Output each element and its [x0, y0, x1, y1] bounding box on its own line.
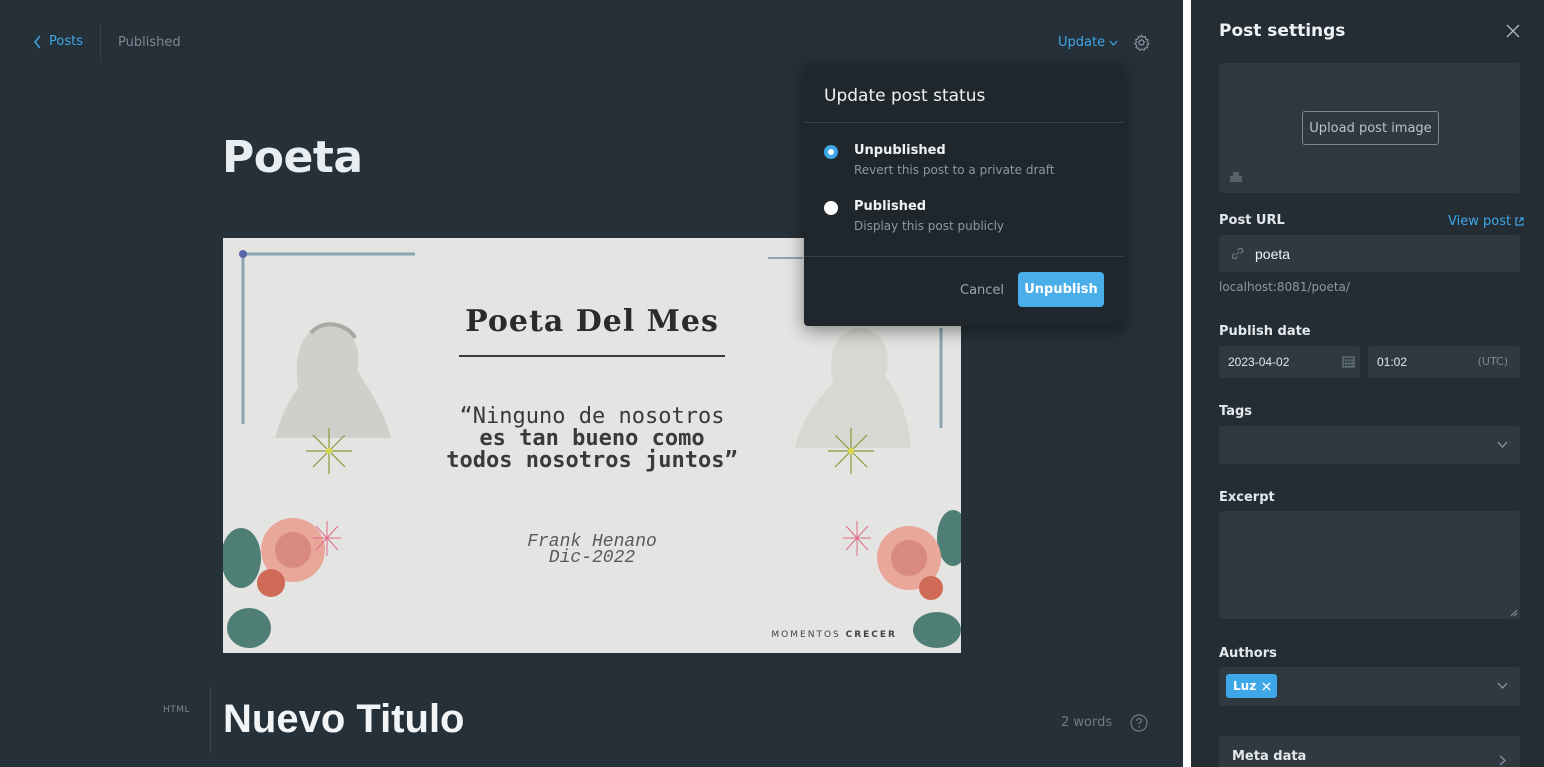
external-link-icon [1515, 217, 1524, 226]
editor-pane: Posts Published Update Poeta Poeta Del M… [0, 0, 1183, 767]
feature-image-rule [459, 355, 725, 357]
option-description: Revert this post to a private draft [854, 163, 1055, 177]
authors-select[interactable]: Luz [1219, 667, 1520, 706]
option-description: Display this post publicly [854, 219, 1005, 233]
excerpt-field[interactable] [1219, 511, 1520, 619]
author-token: Luz [1226, 674, 1278, 698]
remove-author-icon[interactable] [1262, 682, 1271, 691]
meta-data-label: Meta data [1232, 749, 1307, 764]
header-divider [100, 24, 101, 62]
quote-line-1: “Ninguno de nosotros [459, 404, 725, 429]
feature-image-brand: MOMENTOS CRECER [771, 630, 897, 640]
link-icon [1231, 247, 1244, 260]
cancel-button[interactable]: Cancel [960, 283, 1004, 298]
chevron-down-icon [1497, 441, 1508, 448]
option-label: Published [854, 199, 927, 214]
help-icon[interactable] [1130, 714, 1148, 732]
feature-image-quote: “Ninguno de nosotros es tan bueno como t… [223, 406, 961, 472]
chevron-left-icon [34, 35, 41, 48]
meta-data-row[interactable]: Meta data [1219, 736, 1520, 767]
popup-title: Update post status [824, 86, 986, 106]
back-to-posts-link[interactable]: Posts [33, 34, 83, 49]
post-settings-sidebar: Post settings Upload post image Post URL… [1191, 0, 1544, 767]
quote-line-2: es tan bueno como [479, 426, 705, 451]
quote-line-3: todos nosotros juntos” [446, 448, 738, 473]
unpublish-button[interactable]: Unpublish [1018, 272, 1104, 307]
view-post-label: View post [1448, 214, 1512, 229]
radio-published[interactable] [824, 201, 838, 215]
post-status-text: Published [118, 35, 181, 50]
calendar-icon[interactable] [1342, 355, 1355, 368]
excerpt-textarea[interactable] [1219, 511, 1520, 619]
sidebar-title: Post settings [1219, 21, 1346, 41]
card-indicator-bar [210, 687, 211, 753]
post-url-field[interactable] [1219, 235, 1520, 272]
author-token-label: Luz [1233, 679, 1257, 693]
post-title[interactable]: Poeta [222, 132, 363, 183]
publish-time-input[interactable] [1377, 346, 1477, 378]
authors-label: Authors [1219, 646, 1277, 661]
image-icon [1230, 172, 1242, 182]
feature-image-author: Frank Henano Dic-2022 [223, 533, 961, 568]
chevron-down-icon [1497, 682, 1508, 689]
tags-label: Tags [1219, 404, 1253, 419]
author-date: Dic-2022 [548, 548, 636, 568]
update-dropdown-button[interactable]: Update [1058, 35, 1118, 50]
publish-time-field[interactable]: (UTC) [1368, 346, 1520, 378]
post-url-label: Post URL [1219, 213, 1285, 228]
resize-handle-icon[interactable] [1510, 609, 1518, 617]
timezone-label: (UTC) [1477, 355, 1508, 368]
chevron-right-icon [1499, 755, 1506, 766]
publish-date-field[interactable] [1219, 346, 1360, 378]
post-image-dropzone[interactable]: Upload post image [1219, 63, 1520, 193]
gear-icon[interactable] [1132, 33, 1151, 52]
update-status-popup: Update post status Unpublished Revert th… [804, 64, 1124, 326]
chevron-down-icon [1109, 40, 1118, 46]
back-label: Posts [49, 34, 83, 49]
word-count: 2 words [1061, 715, 1113, 730]
upload-post-image-button[interactable]: Upload post image [1302, 111, 1439, 145]
publish-date-input[interactable] [1228, 346, 1328, 378]
popup-divider [804, 122, 1124, 123]
excerpt-label: Excerpt [1219, 490, 1275, 505]
html-card-heading[interactable]: Nuevo Titulo [223, 697, 464, 742]
option-label: Unpublished [854, 143, 946, 158]
radio-unpublished[interactable] [824, 145, 838, 159]
pane-divider [1183, 0, 1191, 767]
post-url-input[interactable] [1255, 235, 1510, 272]
tags-select[interactable] [1219, 426, 1520, 464]
post-url-preview: localhost:8081/poeta/ [1219, 280, 1350, 294]
card-type-label: HTML [163, 705, 191, 715]
popup-divider [804, 256, 1124, 257]
view-post-link[interactable]: View post [1448, 214, 1524, 229]
update-label: Update [1058, 35, 1106, 50]
publish-date-label: Publish date [1219, 324, 1311, 339]
close-icon[interactable] [1506, 24, 1520, 38]
